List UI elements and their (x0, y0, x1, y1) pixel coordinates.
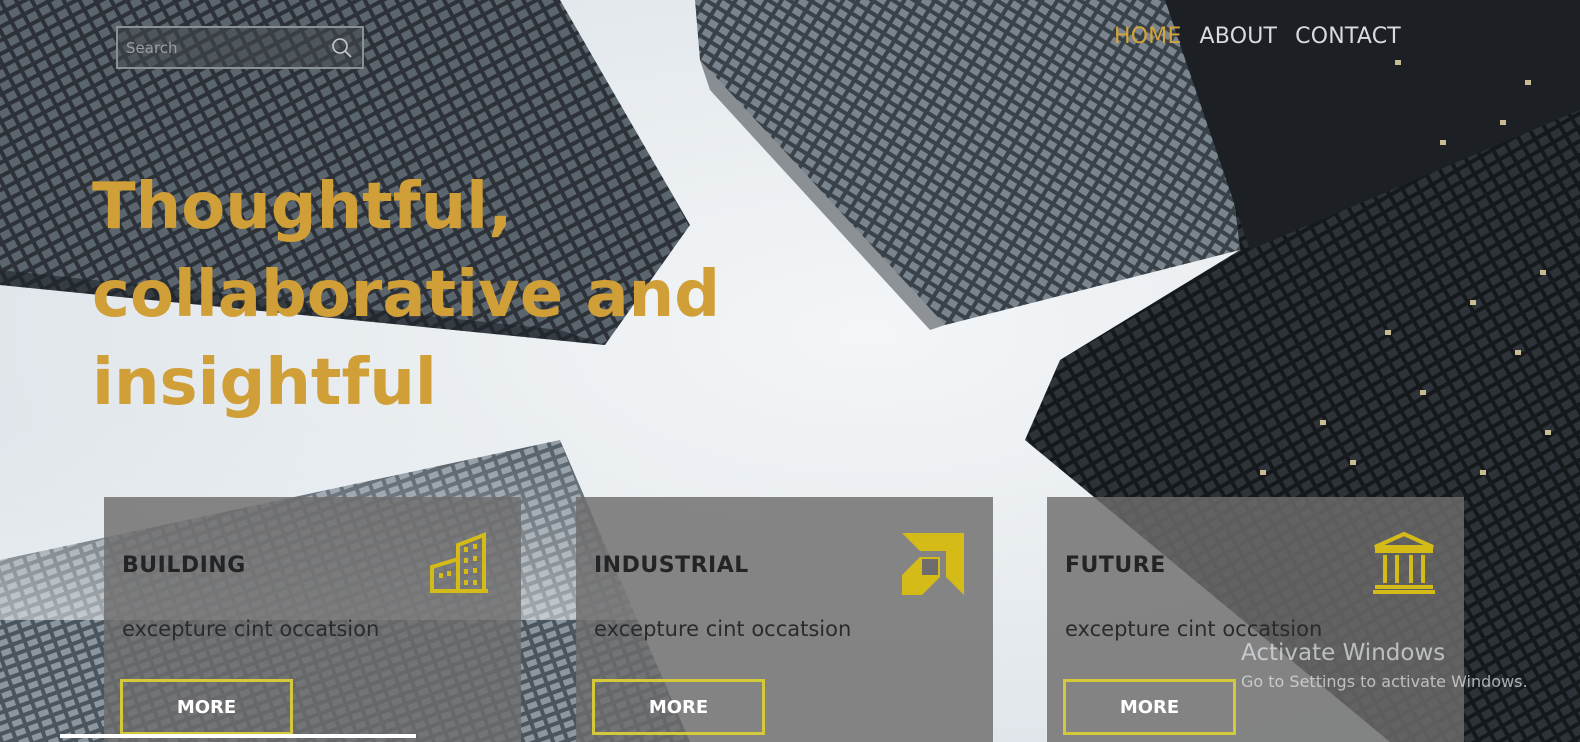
hero-line-1: Thoughtful, (92, 170, 513, 244)
windows-activation-watermark: Activate Windows Go to Settings to activ… (1241, 640, 1528, 691)
nav-about-link[interactable]: ABOUT (1200, 24, 1278, 49)
card-description: excepture cint occatsion (594, 617, 852, 641)
card-description: excepture cint occatsion (1065, 617, 1323, 641)
hero-heading: Thoughtful, collaborative and insightful (92, 163, 752, 427)
hero-line-2: collaborative and (92, 258, 720, 332)
horizontal-scrollbar[interactable] (60, 734, 416, 738)
amd-logo-icon (900, 531, 966, 601)
card-title: BUILDING (122, 553, 246, 578)
watermark-title: Activate Windows (1241, 640, 1446, 666)
search-input[interactable] (126, 38, 330, 57)
main-nav: HOME ABOUT CONTACT (1114, 24, 1401, 49)
nav-contact-link[interactable]: CONTACT (1295, 24, 1401, 49)
search-icon[interactable] (330, 36, 354, 60)
card-building: BUILDING excepture cint occatsion MORE (104, 497, 521, 742)
card-title: INDUSTRIAL (594, 553, 749, 578)
more-button[interactable]: MORE (1063, 679, 1236, 735)
more-button[interactable]: MORE (120, 679, 293, 735)
more-button[interactable]: MORE (592, 679, 765, 735)
card-description: excepture cint occatsion (122, 617, 380, 641)
hero-line-3: insightful (92, 346, 437, 420)
card-title: FUTURE (1065, 553, 1166, 578)
search-box (116, 26, 364, 69)
card-future: FUTURE excepture cint occatsion MORE (1047, 497, 1464, 742)
watermark-subtitle: Go to Settings to activate Windows. (1241, 672, 1528, 691)
card-industrial: INDUSTRIAL excepture cint occatsion MORE (576, 497, 993, 742)
building-icon (428, 531, 490, 599)
nav-home-link[interactable]: HOME (1114, 24, 1182, 49)
bank-icon (1371, 531, 1437, 599)
